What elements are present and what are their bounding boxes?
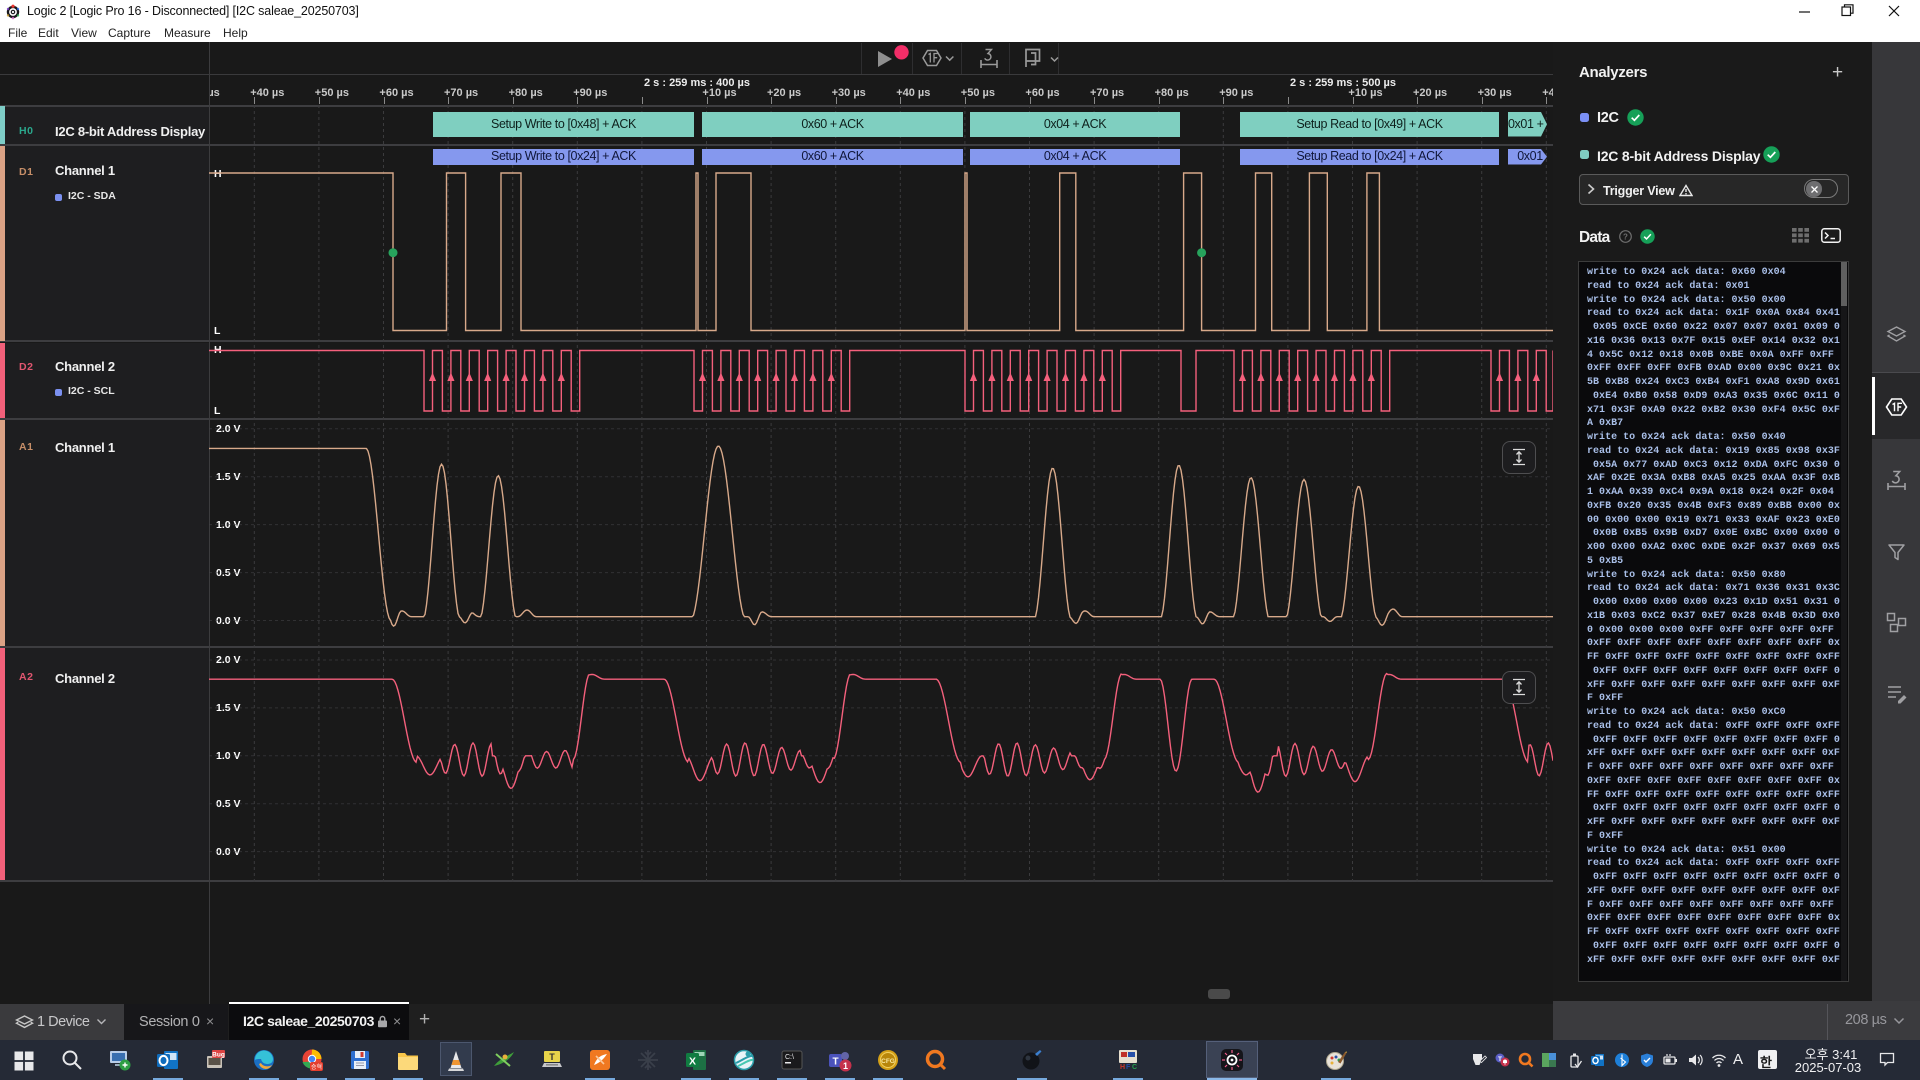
svg-text:Bug: Bug <box>212 1051 225 1058</box>
svg-text:C:\: C:\ <box>785 1054 794 1061</box>
svg-text:H: H <box>1120 1064 1125 1071</box>
svg-text:?: ? <box>1623 232 1628 241</box>
svg-text:X: X <box>689 1056 696 1068</box>
svg-text:T: T <box>832 1057 838 1068</box>
svg-text:T: T <box>549 1052 555 1062</box>
svg-text:1: 1 <box>843 1061 848 1071</box>
svg-text:승혁: 승혁 <box>311 1064 322 1071</box>
svg-text:C: C <box>1132 1064 1137 1071</box>
svg-text:F: F <box>1126 1064 1131 1071</box>
svg-text:CFG: CFG <box>881 1058 895 1065</box>
